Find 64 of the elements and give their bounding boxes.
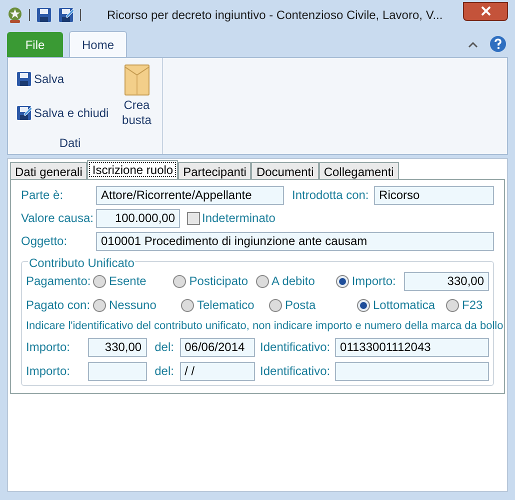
field-label: Oggetto: [21, 234, 68, 248]
form-tab[interactable]: Partecipanti [178, 162, 252, 179]
radio-label: A debito [272, 272, 315, 290]
form-tab[interactable]: Dati generali [10, 162, 88, 179]
radio-button[interactable] [269, 298, 282, 312]
text-field[interactable]: 100.000,00 [96, 208, 180, 228]
radio-label: Lottomatica [373, 296, 436, 314]
form-tab[interactable]: Collegamenti [318, 162, 399, 179]
floppy-disk-pen-icon [16, 105, 32, 121]
file-tab[interactable]: File [7, 32, 63, 57]
text-field[interactable]: 330,00 [404, 272, 489, 290]
form-tab[interactable]: Iscrizione ruolo [87, 160, 178, 179]
radio-button[interactable] [336, 274, 349, 288]
radio-label: Nessuno [109, 296, 156, 314]
window-title: Ricorso per decreto ingiuntivo - Contenzioso Civile, Lavoro, V... [107, 7, 444, 24]
ribbon-tab[interactable]: Home [69, 31, 128, 57]
field-label: del: [154, 340, 174, 354]
radio-button[interactable] [256, 274, 269, 288]
radio-button[interactable] [93, 298, 106, 312]
ribbon-button[interactable]: Salva [16, 70, 109, 88]
field-label: Parte è: [21, 188, 64, 202]
radio-label: Posticipato [189, 272, 248, 290]
radio-label: Esente [109, 272, 146, 290]
text-field[interactable] [335, 362, 489, 380]
ribbon-large-button[interactable]: Crea busta [116, 64, 157, 134]
radio-label: F23 [462, 296, 483, 314]
field-label: del: [154, 364, 174, 378]
envelope-icon [124, 64, 150, 96]
field-label: Valore causa: [21, 211, 94, 225]
text-field[interactable]: 010001 Procedimento di ingiunzione ante causam [96, 232, 494, 250]
field-label: Identificativo: [260, 340, 330, 354]
radio-button[interactable] [93, 274, 106, 288]
help-icon [490, 36, 506, 52]
close-button[interactable] [463, 2, 508, 20]
emblem-icon [7, 6, 23, 24]
radio-button[interactable] [173, 274, 186, 288]
text-field[interactable] [88, 362, 147, 380]
date-field[interactable]: / / [180, 362, 256, 380]
group-label: Dati [59, 135, 81, 152]
radio-button[interactable] [446, 298, 459, 312]
radio-label: Importo: [352, 272, 396, 290]
ribbon-button[interactable]: Salva e chiudi [16, 104, 109, 122]
collapse-ribbon-icon [468, 40, 478, 48]
field-label: Importo: [26, 364, 70, 378]
checkbox[interactable] [187, 212, 200, 224]
floppy-disk-pen-icon [58, 7, 74, 23]
date-field[interactable]: 06/06/2014 [180, 338, 256, 356]
text-field[interactable]: 330,00 [88, 338, 147, 356]
radio-button[interactable] [357, 298, 370, 312]
form-tab[interactable]: Documenti [251, 162, 319, 179]
field-label: Identificativo: [260, 364, 330, 378]
field-label: Introdotta con: [292, 188, 369, 202]
instruction-text: Indicare l'identificativo del contributo unificato, non indicare importo e numero della marca da bollo [26, 319, 504, 333]
radio-label: Telematico [197, 296, 254, 314]
field-label: Pagato con: [26, 298, 90, 312]
field-label: Importo: [26, 340, 70, 354]
radio-label: Posta [285, 296, 316, 314]
field-label: Pagamento: [26, 274, 91, 288]
close-icon [480, 6, 490, 16]
text-field[interactable]: Ricorso [374, 186, 494, 204]
field-label: Indeterminato [202, 211, 276, 225]
text-field[interactable]: 01133001112043 [335, 338, 489, 356]
text-field[interactable]: Attore/Ricorrente/Appellante [96, 186, 284, 204]
radio-button[interactable] [181, 298, 194, 312]
